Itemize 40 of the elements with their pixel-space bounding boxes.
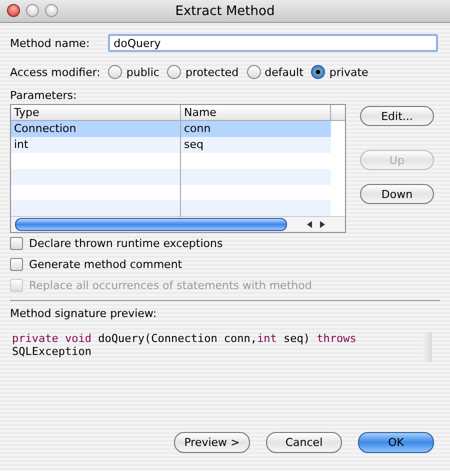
parameter-button[interactable]: Edit... <box>360 106 434 126</box>
table-cell-text: seq <box>183 137 204 153</box>
radio-label: private <box>329 66 368 78</box>
checkbox[interactable] <box>10 237 23 250</box>
method-name-field[interactable]: doQuery <box>108 34 438 52</box>
column-header[interactable]: Name <box>181 105 331 120</box>
table-row[interactable]: int seq <box>11 137 331 153</box>
access-modifier-label: Access modifier: <box>10 66 100 78</box>
checkbox-label: Replace all occurrences of statements with method <box>29 279 312 292</box>
table-cell-text: int <box>13 137 30 153</box>
checkbox[interactable] <box>10 258 23 271</box>
signature-preview-label: Method signature preview: <box>10 307 158 320</box>
table-cell-text: Connection <box>13 121 78 137</box>
dialog-button[interactable]: OK <box>358 432 434 453</box>
radio-label: public <box>126 66 160 78</box>
checkbox-label: Generate method comment <box>29 258 182 271</box>
window-title: Extract Method <box>175 4 275 18</box>
table-cell-text: conn <box>183 121 212 137</box>
radio-button[interactable] <box>311 65 326 79</box>
method-name-label: Method name: <box>10 36 90 50</box>
radio-button[interactable] <box>108 65 122 79</box>
dialog-button[interactable]: Preview > <box>174 432 250 453</box>
radio-button[interactable] <box>167 65 182 79</box>
radio-button[interactable] <box>246 65 261 79</box>
radio-label: protected <box>185 66 239 78</box>
zoom-button[interactable] <box>45 4 58 17</box>
close-button[interactable] <box>7 4 20 17</box>
scroll-arrows-icon[interactable] <box>305 220 327 230</box>
parameter-button[interactable]: Down <box>360 184 434 204</box>
horizontal-scrollbar[interactable] <box>11 216 345 232</box>
radio-label: default <box>264 66 304 78</box>
code-line: private void doQuery(Connection conn,int seq) throws <box>12 332 356 345</box>
table-row[interactable]: Connection conn <box>11 121 331 137</box>
column-header[interactable]: Type <box>11 105 181 120</box>
dialog-button[interactable]: Cancel <box>266 432 342 453</box>
vertical-scrollbar[interactable] <box>422 332 432 362</box>
code-line: SQLException <box>12 345 92 358</box>
parameters-label: Parameters: <box>10 89 78 102</box>
checkbox-label: Declare thrown runtime exceptions <box>29 237 223 250</box>
minimize-button[interactable] <box>26 4 39 17</box>
